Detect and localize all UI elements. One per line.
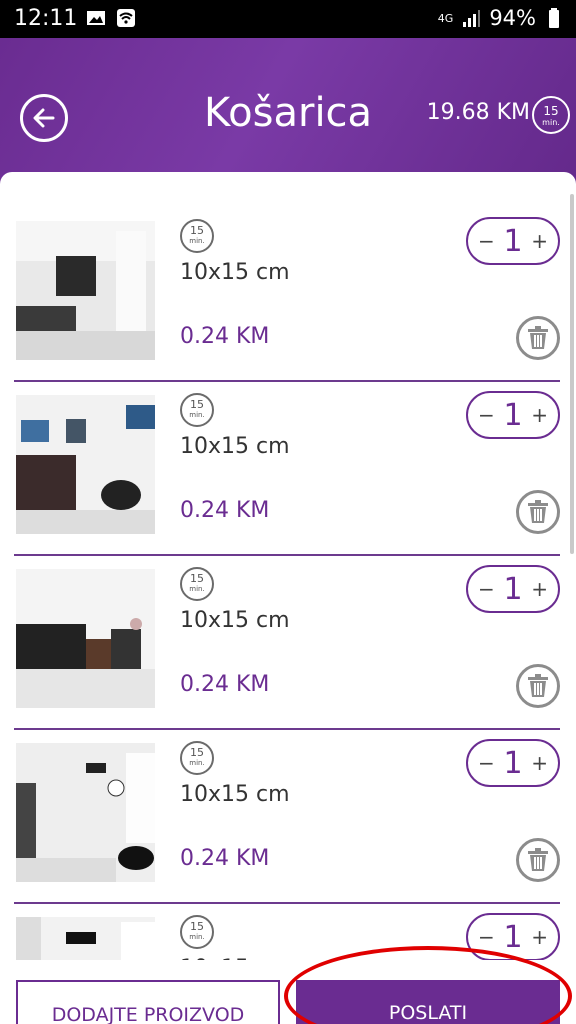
photo-image (16, 569, 155, 708)
status-time: 12:11 (14, 6, 78, 31)
quantity-value: 1 (503, 745, 523, 781)
cart-item: 15 min. 10x15 cm 0.24 KM − 1 + (0, 346, 576, 556)
decrease-button[interactable]: − (478, 925, 495, 949)
quantity-value: 1 (503, 397, 523, 433)
badge-unit: min. (189, 237, 205, 245)
clock-badge-icon: 15 min. (180, 741, 214, 775)
cart-total: 19.68 KM (426, 100, 530, 125)
badge-number: 15 (190, 920, 204, 933)
status-right: 4G 94% (438, 6, 564, 30)
badge-unit: min. (189, 585, 205, 593)
badge-number: 15 (190, 224, 204, 237)
clock-badge-icon: 15 min. (532, 96, 570, 134)
footer: DODAJTE PROIZVOD POSLATI (0, 960, 576, 1024)
increase-button[interactable]: + (531, 577, 548, 601)
add-product-button[interactable]: DODAJTE PROIZVOD (16, 980, 280, 1024)
decrease-button[interactable]: − (478, 229, 495, 253)
clock-badge-icon: 15 min. (180, 219, 214, 253)
send-button[interactable]: POSLATI (296, 980, 560, 1024)
photo-image (16, 395, 155, 534)
quantity-value: 1 (503, 919, 523, 955)
notification-icons (86, 8, 136, 28)
item-thumbnail[interactable] (16, 743, 155, 882)
badge-number: 15 (543, 104, 559, 118)
battery-level: 94% (489, 6, 536, 30)
item-size: 10x15 cm (180, 782, 290, 807)
decrease-button[interactable]: − (478, 751, 495, 775)
increase-button[interactable]: + (531, 751, 548, 775)
badge-unit: min. (542, 118, 560, 127)
quantity-value: 1 (503, 223, 523, 259)
cart-list[interactable]: 15 min. 10x15 cm 0.24 KM − 1 + 15 min. 1… (0, 172, 576, 1024)
decrease-button[interactable]: − (478, 577, 495, 601)
item-size: 10x15 cm (180, 608, 290, 633)
item-thumbnail[interactable] (16, 221, 155, 360)
header: Košarica 19.68 KM 15 min. (0, 38, 576, 188)
image-icon (87, 11, 105, 25)
quantity-stepper[interactable]: − 1 + (466, 913, 560, 961)
quantity-value: 1 (503, 571, 523, 607)
badge-unit: min. (189, 411, 205, 419)
clock-badge-icon: 15 min. (180, 393, 214, 427)
increase-button[interactable]: + (531, 229, 548, 253)
item-thumbnail[interactable] (16, 569, 155, 708)
increase-button[interactable]: + (531, 403, 548, 427)
network-type: 4G (437, 11, 454, 25)
quantity-stepper[interactable]: − 1 + (466, 739, 560, 787)
badge-unit: min. (189, 933, 205, 941)
status-bar: 12:11 4G 94% (0, 0, 576, 38)
quantity-stepper[interactable]: − 1 + (466, 565, 560, 613)
item-size: 10x15 cm (180, 260, 290, 285)
increase-button[interactable]: + (531, 925, 548, 949)
badge-number: 15 (190, 398, 204, 411)
signal-icon (463, 10, 481, 27)
quantity-stepper[interactable]: − 1 + (466, 391, 560, 439)
badge-number: 15 (190, 746, 204, 759)
cart-item: 15 min. 10x15 cm 0.24 KM − 1 + (0, 694, 576, 904)
badge-number: 15 (190, 572, 204, 585)
wifi-icon (117, 9, 135, 27)
photo-image (16, 743, 155, 882)
photo-image (16, 221, 155, 360)
cart-item: 15 min. 10x15 cm 0.24 KM − 1 + (0, 520, 576, 730)
clock-badge-icon: 15 min. (180, 915, 214, 949)
quantity-stepper[interactable]: − 1 + (466, 217, 560, 265)
cart-item: 15 min. 10x15 cm 0.24 KM − 1 + (0, 172, 576, 382)
battery-icon (549, 8, 559, 28)
badge-unit: min. (189, 759, 205, 767)
item-thumbnail[interactable] (16, 395, 155, 534)
decrease-button[interactable]: − (478, 403, 495, 427)
item-size: 10x15 cm (180, 434, 290, 459)
clock-badge-icon: 15 min. (180, 567, 214, 601)
